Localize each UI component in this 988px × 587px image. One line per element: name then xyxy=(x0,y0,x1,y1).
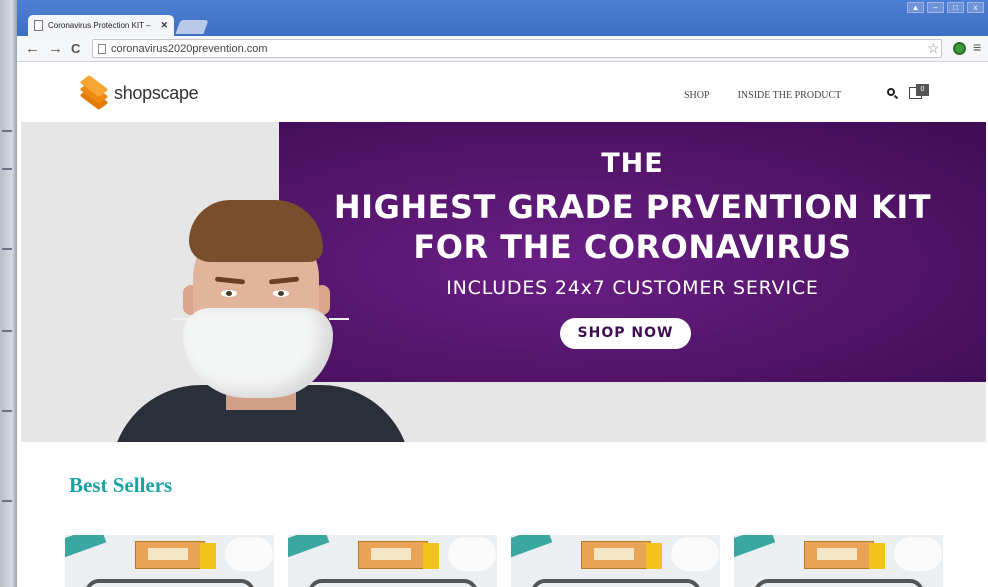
product-card[interactable] xyxy=(288,535,497,587)
site-logo[interactable]: shopscape xyxy=(79,75,199,110)
forward-arrow-icon[interactable]: → xyxy=(48,39,63,59)
window-minimize-button[interactable]: – xyxy=(927,2,944,13)
star-icon[interactable]: ☆ xyxy=(927,40,940,57)
hero-heading-the: THE xyxy=(601,148,664,179)
web-page: shopscape SHOP INSIDE THE PRODUCT 0 THE … xyxy=(17,62,988,587)
cart-count-badge: 0 xyxy=(916,84,929,96)
reload-icon[interactable]: C xyxy=(71,39,80,59)
url-text: coronavirus2020prevention.com xyxy=(111,42,268,55)
hero-model-image xyxy=(111,190,411,442)
shop-now-button[interactable]: SHOP NOW xyxy=(560,318,691,349)
hero-banner: THE HIGHEST GRADE PRVENTION KIT FOR THE … xyxy=(21,122,986,442)
new-tab-button[interactable] xyxy=(175,20,209,34)
nav-inside-the-product[interactable]: INSIDE THE PRODUCT xyxy=(738,90,842,101)
tab-title: Coronavirus Protection KIT – xyxy=(48,21,151,30)
menu-icon[interactable]: ≡ xyxy=(973,39,981,55)
logo-mark xyxy=(79,75,109,110)
extension-icon[interactable] xyxy=(953,42,966,55)
search-icon[interactable] xyxy=(887,88,899,100)
main-nav: SHOP INSIDE THE PRODUCT xyxy=(684,90,841,101)
page-icon xyxy=(34,20,43,31)
close-icon[interactable]: ✕ xyxy=(160,20,168,31)
site-header: shopscape SHOP INSIDE THE PRODUCT 0 xyxy=(17,62,988,122)
logo-text: shopscape xyxy=(114,82,199,103)
browser-window: Coronavirus Protection KIT – ✕ ▲ – □ x ←… xyxy=(17,0,988,587)
browser-tab[interactable]: Coronavirus Protection KIT – ✕ xyxy=(28,15,174,36)
address-bar[interactable]: coronavirus2020prevention.com xyxy=(92,39,942,58)
desktop-edge xyxy=(0,0,17,587)
page-icon xyxy=(98,43,106,54)
window-profile-button[interactable]: ▲ xyxy=(907,2,924,13)
product-card[interactable] xyxy=(511,535,720,587)
nav-shop[interactable]: SHOP xyxy=(684,90,710,101)
window-maximize-button[interactable]: □ xyxy=(947,2,964,13)
best-sellers-heading: Best Sellers xyxy=(69,473,173,497)
product-card[interactable] xyxy=(734,535,943,587)
browser-titlebar: Coronavirus Protection KIT – ✕ ▲ – □ x xyxy=(17,0,988,36)
window-close-button[interactable]: x xyxy=(967,2,984,13)
window-controls: ▲ – □ x xyxy=(907,2,984,13)
back-arrow-icon[interactable]: ← xyxy=(25,39,40,59)
browser-toolbar: ← → C coronavirus2020prevention.com ☆ ≡ xyxy=(17,36,988,62)
product-card[interactable] xyxy=(65,535,274,587)
product-grid xyxy=(65,535,943,587)
